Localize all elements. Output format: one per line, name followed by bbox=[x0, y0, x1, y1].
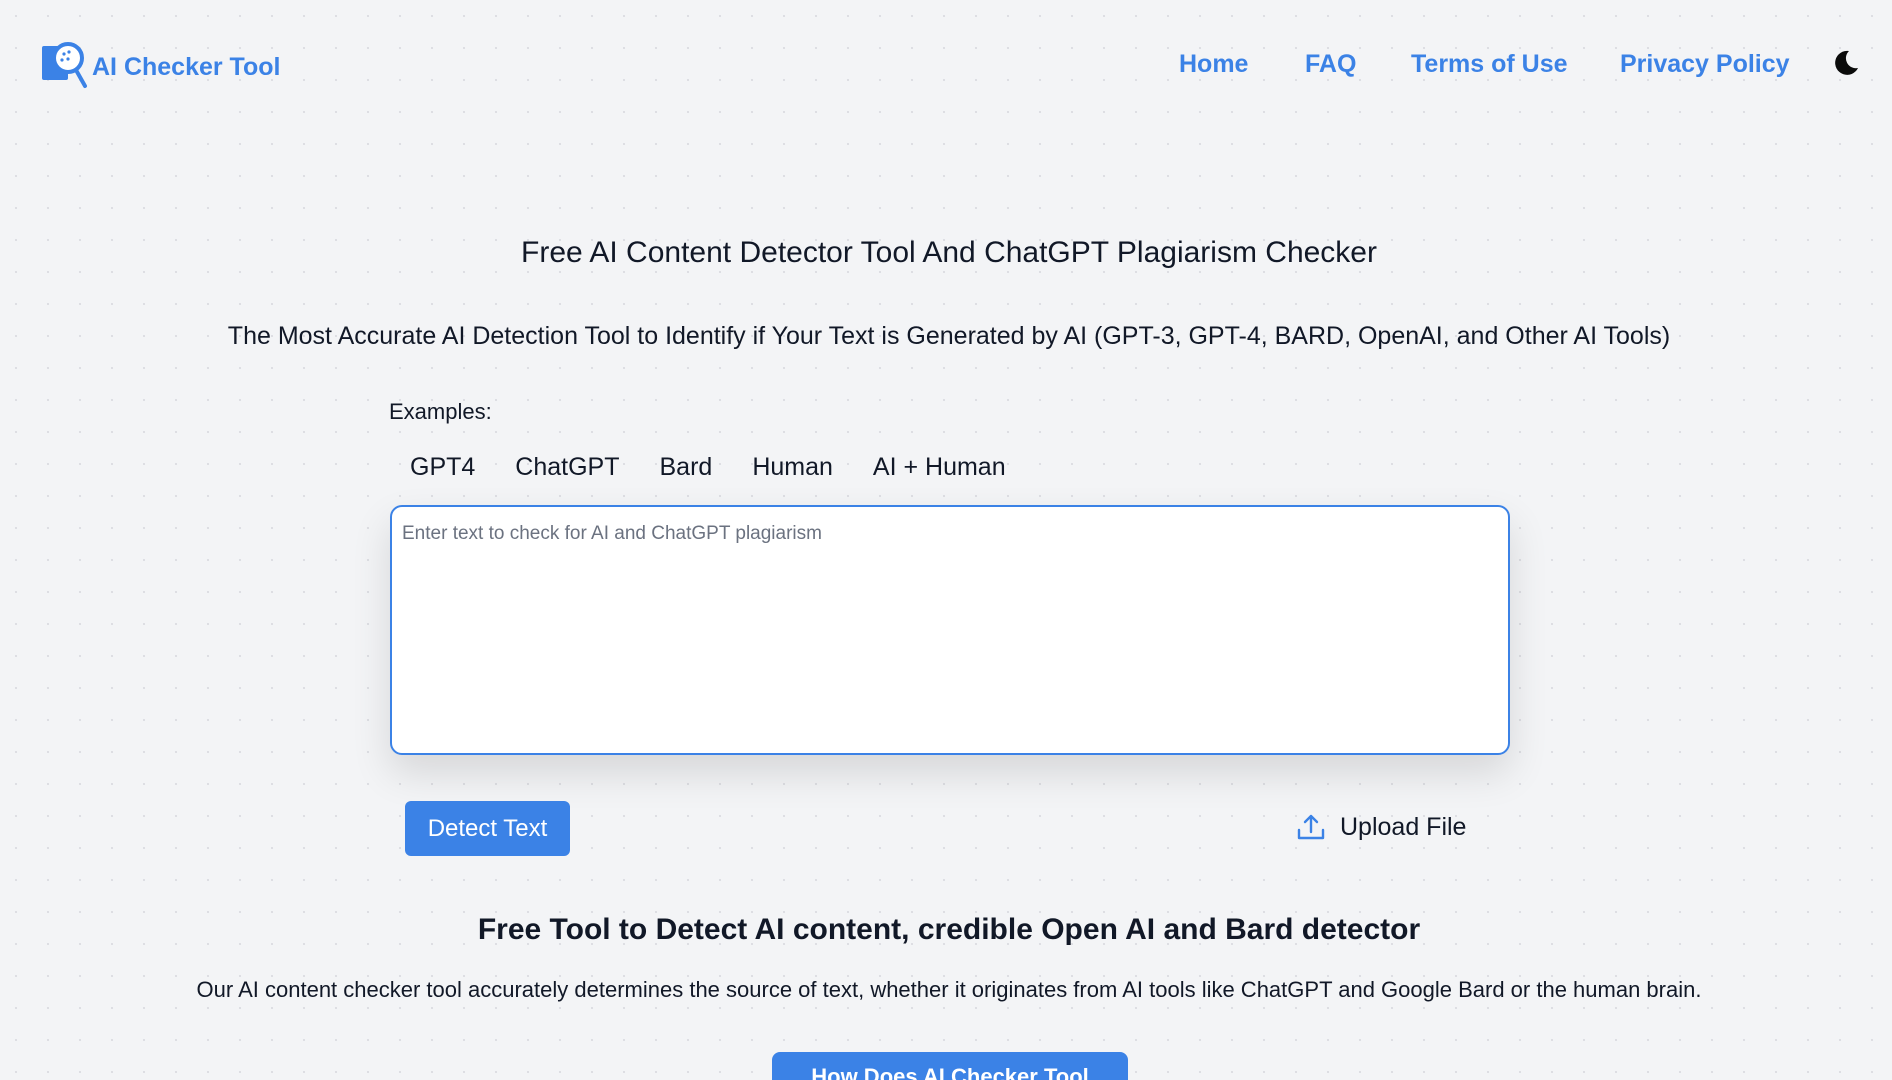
upload-icon bbox=[1297, 814, 1325, 840]
moon-icon[interactable] bbox=[1832, 49, 1860, 77]
how-it-works-button[interactable]: How Does AI Checker Tool Work? bbox=[772, 1052, 1128, 1080]
nav-privacy-link[interactable]: Privacy Policy bbox=[1620, 48, 1790, 80]
example-tab-bard[interactable]: Bard bbox=[640, 449, 733, 486]
text-input-container bbox=[390, 505, 1510, 755]
section-description: Our AI content checker tool accurately d… bbox=[196, 977, 1702, 1002]
nav-home-link[interactable]: Home bbox=[1179, 48, 1248, 80]
page-subtitle: The Most Accurate AI Detection Tool to I… bbox=[227, 322, 1671, 350]
nav-terms-link[interactable]: Terms of Use bbox=[1411, 48, 1568, 80]
logo-link[interactable]: AI Checker Tool bbox=[40, 38, 280, 90]
text-input[interactable] bbox=[392, 507, 1508, 753]
example-tab-chatgpt[interactable]: ChatGPT bbox=[495, 449, 639, 486]
page-title: Free AI Content Detector Tool And ChatGP… bbox=[521, 236, 1377, 269]
logo-text: AI Checker Tool bbox=[92, 52, 281, 81]
example-tab-ai-human[interactable]: AI + Human bbox=[853, 449, 1026, 486]
upload-file-button[interactable]: Upload File bbox=[1296, 812, 1466, 842]
example-tab-human[interactable]: Human bbox=[732, 449, 853, 486]
logo-icon bbox=[42, 42, 87, 88]
upload-file-label: Upload File bbox=[1340, 812, 1467, 841]
nav-faq-link[interactable]: FAQ bbox=[1305, 48, 1356, 80]
section-title: Free Tool to Detect AI content, credible… bbox=[477, 913, 1421, 946]
examples-label: Examples: bbox=[389, 399, 492, 424]
site-header: AI Checker Tool Home FAQ Terms of Use Pr… bbox=[0, 0, 1892, 132]
detect-text-button[interactable]: Detect Text bbox=[405, 801, 570, 856]
example-tab-gpt4[interactable]: GPT4 bbox=[390, 449, 495, 486]
examples-tabs: GPT4 ChatGPT Bard Human AI + Human bbox=[390, 449, 1026, 486]
